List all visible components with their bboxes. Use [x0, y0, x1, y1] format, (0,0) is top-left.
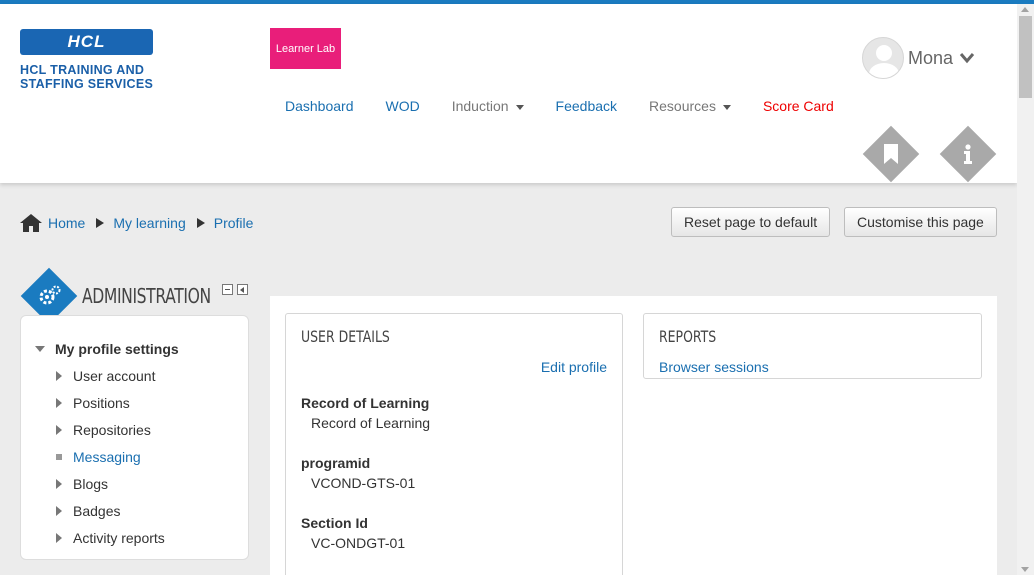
logo-line-2: STAFFING SERVICES — [20, 77, 154, 91]
tree-item-activity-reports[interactable]: Activity reports — [35, 524, 179, 551]
tree-item-user-account[interactable]: User account — [35, 362, 179, 389]
caret-down-icon — [515, 105, 524, 110]
tree-item-badges[interactable]: Badges — [35, 497, 179, 524]
administration-panel: My profile settings User account Positio… — [20, 315, 249, 560]
edit-profile-link[interactable]: Edit profile — [541, 359, 607, 375]
profile-main-region: USER DETAILS Edit profile Record of Lear… — [270, 296, 997, 575]
nav-resources[interactable]: Resources — [649, 98, 731, 114]
breadcrumb-profile[interactable]: Profile — [214, 215, 254, 231]
hcl-logo-text: HCL — [67, 32, 106, 51]
info-icon — [964, 144, 972, 164]
tree-item-messaging[interactable]: Messaging — [35, 443, 179, 470]
tree-item-positions[interactable]: Positions — [35, 389, 179, 416]
user-menu[interactable]: Mona — [862, 37, 975, 79]
learner-lab-button[interactable]: Learner Lab — [270, 28, 341, 69]
tree-root-my-profile-settings[interactable]: My profile settings — [35, 335, 179, 362]
home-icon[interactable] — [20, 214, 42, 232]
reports-title: REPORTS — [659, 327, 717, 346]
main-nav: Dashboard WOD Induction Feedback Resourc… — [285, 98, 866, 114]
caret-down-icon — [722, 105, 731, 110]
logo-line-1: HCL TRAINING AND — [20, 63, 145, 77]
field-label-record-of-learning: Record of Learning — [301, 395, 430, 411]
bookmark-button[interactable] — [862, 125, 920, 183]
scroll-up-icon[interactable] — [1021, 7, 1029, 12]
browser-sessions-link[interactable]: Browser sessions — [659, 359, 769, 375]
collapsed-icon — [56, 397, 62, 408]
breadcrumb-separator-icon — [96, 218, 105, 228]
breadcrumb: Home My learning Profile — [20, 214, 253, 232]
collapsed-icon — [56, 424, 62, 435]
breadcrumb-home[interactable]: Home — [48, 215, 85, 231]
expanded-icon — [35, 345, 45, 352]
page-scrollbar[interactable] — [1017, 4, 1034, 575]
nav-induction[interactable]: Induction — [452, 98, 524, 114]
record-of-learning-link[interactable]: Record of Learning — [311, 415, 430, 431]
breadcrumb-separator-icon — [196, 218, 205, 228]
reports-card: REPORTS Browser sessions — [643, 313, 982, 379]
nav-dashboard[interactable]: Dashboard — [285, 98, 354, 114]
hcl-logo[interactable]: HCL HCL TRAINING AND STAFFING SERVICES — [20, 29, 154, 91]
field-value-section-id: VC-ONDGT-01 — [311, 535, 406, 551]
nav-feedback[interactable]: Feedback — [556, 98, 617, 114]
nav-score-card[interactable]: Score Card — [763, 98, 834, 114]
site-header: HCL HCL TRAINING AND STAFFING SERVICES L… — [0, 4, 1017, 183]
user-details-card: USER DETAILS Edit profile Record of Lear… — [285, 313, 623, 575]
user-name[interactable]: Mona — [908, 48, 953, 69]
bookmark-icon — [884, 144, 898, 164]
avatar[interactable] — [862, 37, 904, 79]
breadcrumb-my-learning[interactable]: My learning — [113, 215, 185, 231]
tree-item-blogs[interactable]: Blogs — [35, 470, 179, 497]
customise-page-button[interactable]: Customise this page — [844, 207, 997, 237]
collapsed-icon — [56, 532, 62, 543]
field-label-section-id: Section Id — [301, 515, 368, 531]
chevron-down-icon[interactable] — [959, 52, 975, 64]
collapsed-icon — [56, 505, 62, 516]
minimize-icon[interactable] — [222, 284, 233, 295]
reset-page-button[interactable]: Reset page to default — [671, 207, 831, 237]
user-details-title: USER DETAILS — [301, 327, 390, 346]
gears-icon — [39, 285, 61, 305]
tree-item-repositories[interactable]: Repositories — [35, 416, 179, 443]
field-label-programid: programid — [301, 455, 371, 471]
administration-title: ADMINISTRATION — [82, 284, 211, 308]
info-button[interactable] — [939, 125, 997, 183]
scroll-thumb[interactable] — [1019, 16, 1032, 98]
bullet-icon — [56, 453, 62, 460]
scroll-down-icon[interactable] — [1021, 567, 1029, 572]
dock-icon[interactable] — [237, 284, 248, 295]
hcl-logo-badge: HCL — [20, 29, 153, 55]
collapsed-icon — [56, 370, 62, 381]
nav-wod[interactable]: WOD — [386, 98, 420, 114]
collapsed-icon — [56, 478, 62, 489]
field-value-programid: VCOND-GTS-01 — [311, 475, 416, 491]
profile-settings-tree: My profile settings User account Positio… — [35, 335, 179, 551]
